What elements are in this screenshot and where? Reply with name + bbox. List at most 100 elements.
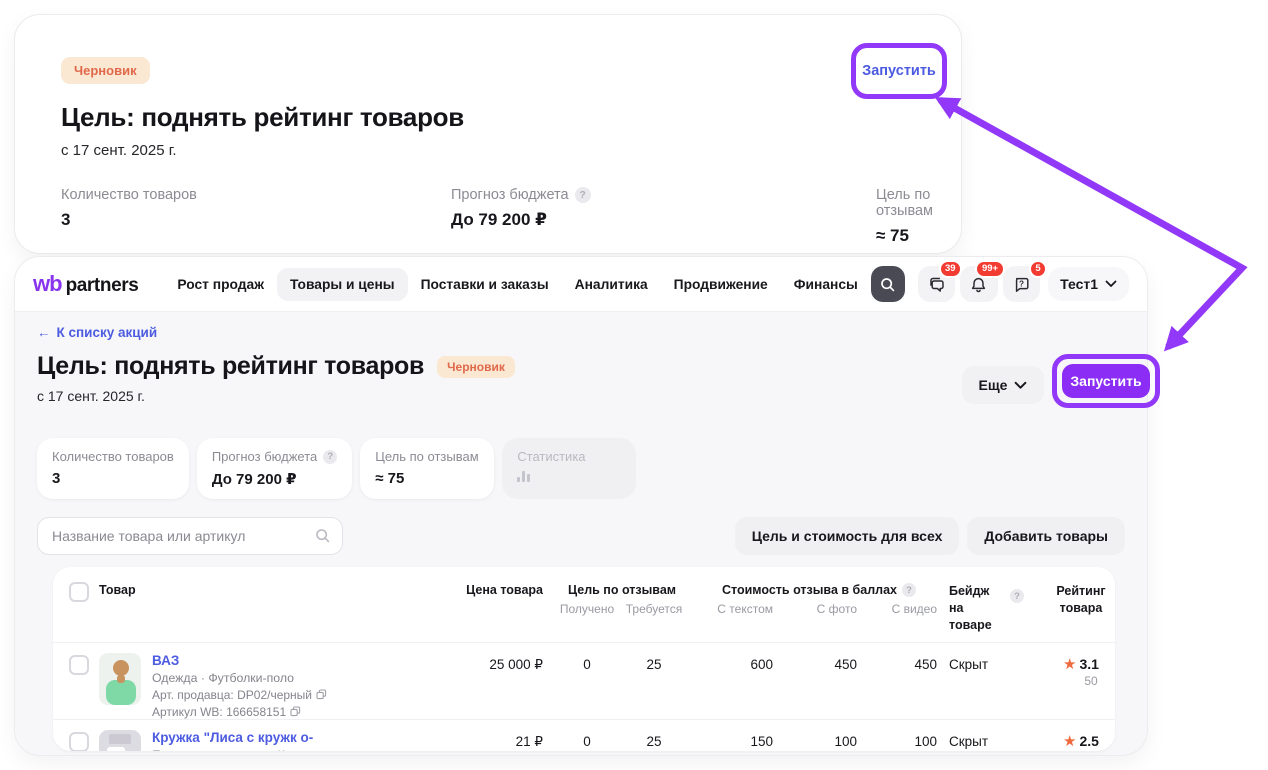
- nav-item-supplies-orders[interactable]: Поставки и заказы: [408, 268, 562, 301]
- product-category: Одежда · Футболки-поло: [152, 671, 327, 685]
- with-text-cell: 600: [689, 643, 785, 672]
- goal-summary-card: Черновик Цель: поднять рейтинг товаров с…: [14, 14, 962, 254]
- account-menu[interactable]: Тест1: [1048, 267, 1129, 301]
- product-thumbnail: [99, 653, 141, 705]
- received-cell: 0: [555, 720, 619, 749]
- col-required: Требуется: [619, 602, 689, 616]
- launch-button-overlay[interactable]: Запустить: [856, 62, 942, 80]
- chevron-down-icon: [1014, 381, 1027, 390]
- page-title: Цель: поднять рейтинг товаров: [37, 352, 424, 381]
- select-all-checkbox[interactable]: [69, 582, 89, 602]
- page-title: Цель: поднять рейтинг товаров: [61, 102, 915, 133]
- col-with-text: С текстом: [689, 602, 785, 616]
- help-icon[interactable]: ?: [323, 450, 337, 464]
- product-category: Посуда и инвентарь · Кружки: [152, 748, 371, 751]
- svg-text:?: ?: [1019, 279, 1024, 288]
- nav-item-finance[interactable]: Финансы: [781, 268, 871, 301]
- toolbar-row: Цель и стоимость для всех Добавить товар…: [37, 517, 1125, 555]
- stat-card-statistics[interactable]: Статистика: [502, 438, 636, 499]
- col-with-photo: С фото: [785, 602, 869, 616]
- navbar-search-button[interactable]: [871, 266, 905, 302]
- with-text-cell: 150: [689, 720, 785, 749]
- col-with-video: С видео: [869, 602, 949, 616]
- arrow-left-icon: ←: [37, 325, 51, 340]
- with-video-cell: 100: [869, 720, 949, 749]
- bar-chart-icon: [517, 471, 621, 482]
- navbar-messages-button[interactable]: 39: [918, 266, 956, 302]
- start-date: с 17 сент. 2025 г.: [61, 142, 915, 159]
- star-icon: ★: [1063, 655, 1076, 673]
- nav-item-promotion[interactable]: Продвижение: [661, 268, 781, 301]
- chevron-down-icon: [1105, 280, 1117, 288]
- summary-stats: Количество товаров 3 Прогноз бюджета ? Д…: [61, 187, 915, 246]
- wb-article: Артикул WB: 166658151: [152, 705, 286, 719]
- goal-and-cost-for-all-button[interactable]: Цель и стоимость для всех: [735, 517, 960, 555]
- with-photo-cell: 100: [785, 720, 869, 749]
- status-badge: Черновик: [61, 57, 150, 84]
- annotation-highlight-top: Запустить: [851, 43, 947, 99]
- col-received: Получено: [555, 602, 619, 616]
- col-product-rating: Рейтинг товара: [1041, 580, 1115, 617]
- search-icon: [314, 527, 331, 544]
- stat-products-count: Количество товаров 3: [61, 187, 451, 246]
- price-cell: 21 ₽: [447, 720, 555, 750]
- search-input[interactable]: [37, 517, 343, 555]
- table-row: Кружка "Лиса с кружк о- Посуда и инвента…: [53, 719, 1115, 751]
- col-group-reviews-goal: Цель по отзывам Получено Требуется: [555, 580, 689, 616]
- search-icon: [879, 276, 896, 293]
- add-products-button[interactable]: Добавить товары: [967, 517, 1125, 555]
- badge-cell: Скрыт: [949, 720, 1041, 749]
- reviews-count: 50: [1084, 674, 1097, 688]
- wb-partners-logo[interactable]: wb partners: [33, 271, 138, 297]
- col-group-review-cost: Стоимость отзыва в баллах ? С текстом С …: [689, 580, 949, 616]
- main-page-card: wb partners Рост продаж Товары и цены По…: [14, 256, 1148, 756]
- product-search-field: [37, 517, 343, 555]
- required-cell: 25: [619, 720, 689, 749]
- required-cell: 25: [619, 643, 689, 672]
- navbar-help-button[interactable]: ? 5: [1003, 266, 1041, 302]
- row-checkbox[interactable]: [69, 732, 89, 751]
- chat-icon: [927, 275, 946, 294]
- stat-reviews-goal: Цель по отзывам ≈ 75: [876, 187, 933, 246]
- stat-card-budget-forecast: Прогноз бюджета ? До 79 200 ₽: [197, 438, 352, 499]
- annotation-highlight-bottom: Запустить: [1052, 354, 1160, 408]
- table-header: Товар Цена товара Цель по отзывам Получе…: [53, 567, 1115, 642]
- help-icon[interactable]: ?: [902, 583, 916, 597]
- status-badge: Черновик: [437, 356, 515, 378]
- copy-icon[interactable]: [290, 706, 301, 717]
- launch-button-main[interactable]: Запустить: [1062, 364, 1150, 398]
- more-button[interactable]: Еще: [962, 366, 1044, 404]
- stat-card-products-count: Количество товаров 3: [37, 438, 189, 499]
- notifications-count-badge: 99+: [975, 260, 1004, 278]
- stat-budget-forecast: Прогноз бюджета ? До 79 200 ₽: [451, 187, 876, 246]
- top-navbar: wb partners Рост продаж Товары и цены По…: [15, 257, 1147, 311]
- nav-item-sales-growth[interactable]: Рост продаж: [164, 268, 277, 301]
- stat-cards-row: Количество товаров 3 Прогноз бюджета ? Д…: [37, 438, 1125, 499]
- breadcrumb-back-link[interactable]: ← К списку акций: [37, 325, 1125, 340]
- copy-icon[interactable]: [316, 689, 327, 700]
- help-icon[interactable]: ?: [1010, 589, 1024, 603]
- product-link[interactable]: ВАЗ: [152, 653, 327, 668]
- with-photo-cell: 450: [785, 643, 869, 672]
- rating-cell: ★ 3.1 50: [1041, 643, 1115, 688]
- received-cell: 0: [555, 643, 619, 672]
- price-cell: 25 000 ₽: [447, 643, 555, 673]
- product-thumbnail: [99, 730, 141, 751]
- product-cell: ВАЗ Одежда · Футболки-поло Арт. продавца…: [99, 643, 447, 719]
- seller-article: Арт. продавца: DP02/черный: [152, 688, 312, 702]
- table-row: ВАЗ Одежда · Футболки-поло Арт. продавца…: [53, 642, 1115, 719]
- row-checkbox[interactable]: [69, 655, 89, 675]
- navbar-notifications-button[interactable]: 99+: [960, 266, 998, 302]
- col-product: Товар: [99, 580, 447, 597]
- nav-item-products-prices[interactable]: Товары и цены: [277, 268, 408, 301]
- product-link[interactable]: Кружка "Лиса с кружк о-: [152, 730, 371, 745]
- help-bubble-icon: ?: [1012, 275, 1031, 294]
- screenshot-canvas: Черновик Цель: поднять рейтинг товаров с…: [0, 0, 1268, 770]
- messages-count-badge: 39: [939, 260, 963, 278]
- help-count-badge: 5: [1029, 260, 1047, 278]
- nav-item-analytics[interactable]: Аналитика: [562, 268, 661, 301]
- help-icon[interactable]: ?: [575, 187, 591, 203]
- col-badge-on-product: Бейдж на товаре ?: [949, 580, 1041, 634]
- badge-cell: Скрыт: [949, 643, 1041, 672]
- product-cell: Кружка "Лиса с кружк о- Посуда и инвента…: [99, 720, 447, 751]
